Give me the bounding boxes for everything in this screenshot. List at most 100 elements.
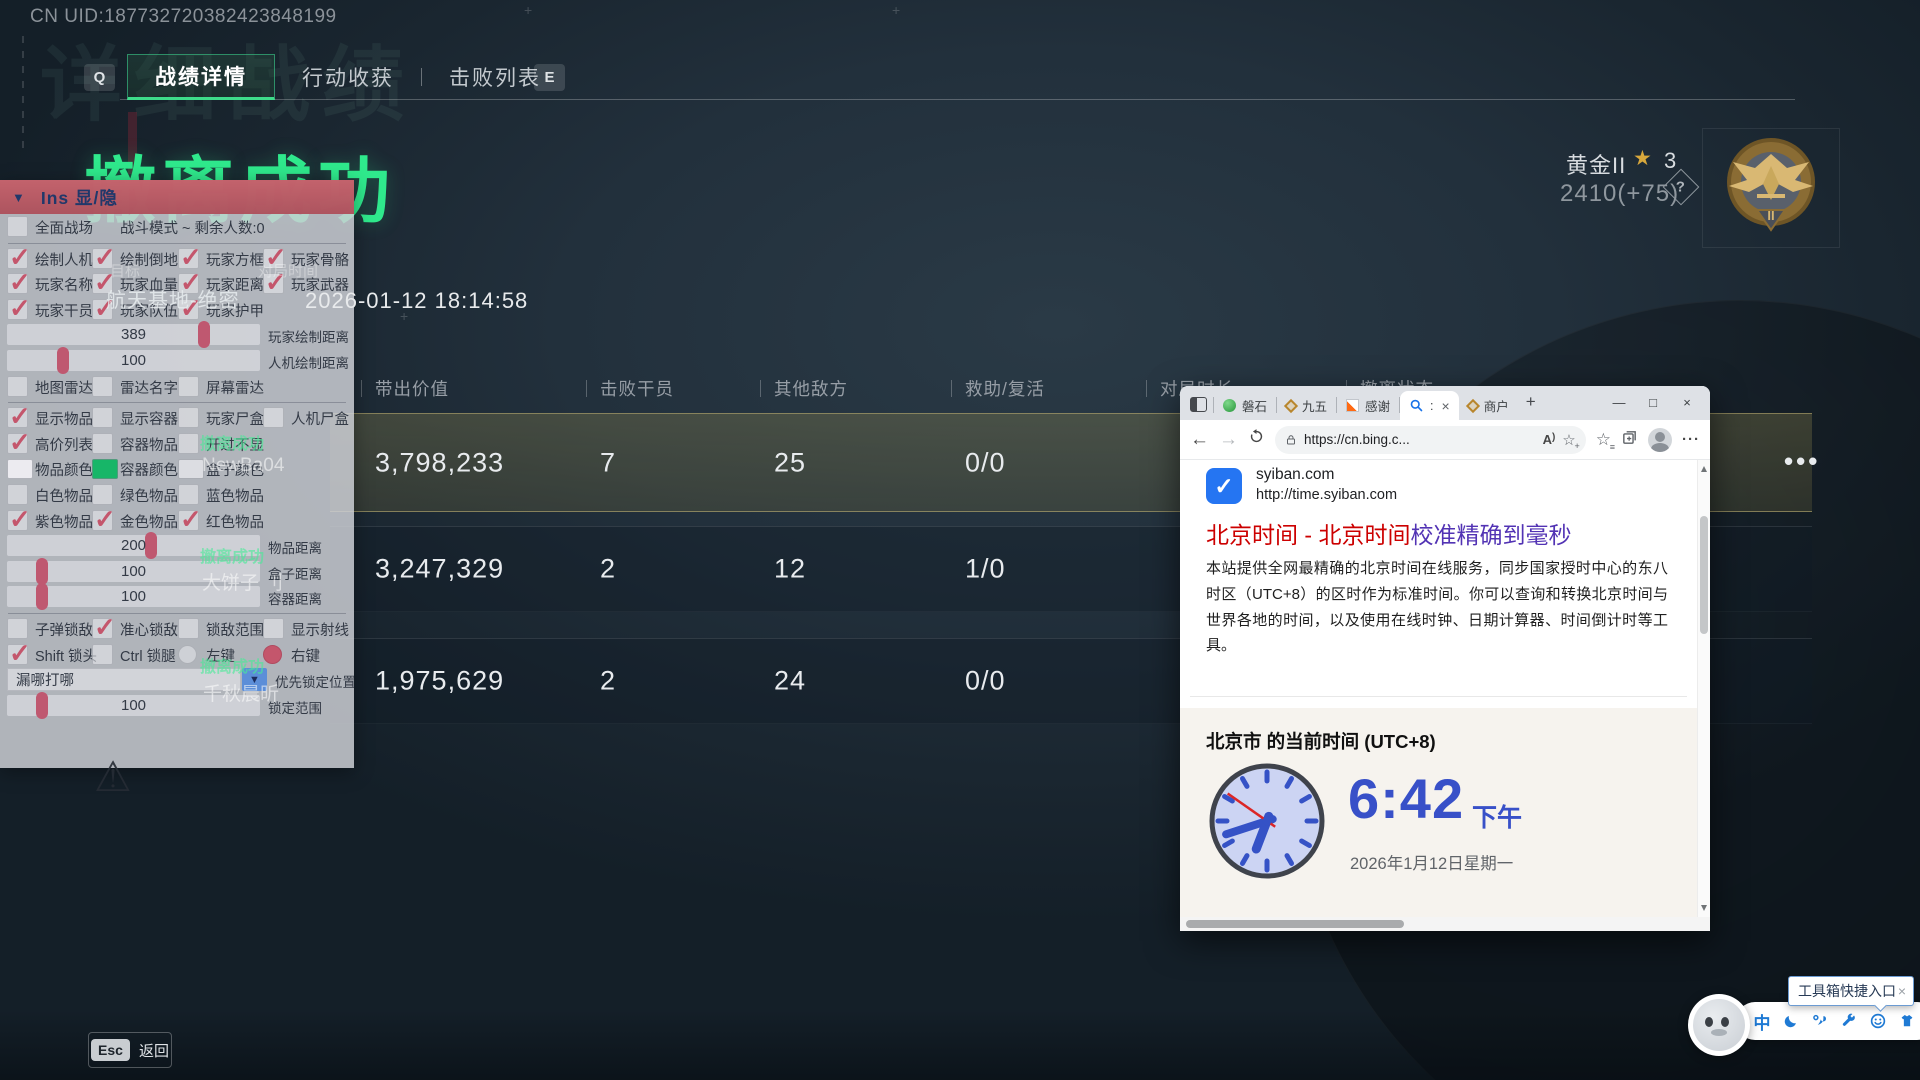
menu-checkbox[interactable] <box>263 618 284 639</box>
moon-icon[interactable] <box>1781 1011 1801 1031</box>
menu-checkbox[interactable] <box>92 433 113 454</box>
row-more-button[interactable]: ••• <box>1784 446 1820 477</box>
menu-checkbox[interactable]: ✓ <box>7 407 28 428</box>
checkmark-icon: ✓ <box>9 427 31 458</box>
qq-avatar[interactable] <box>1688 994 1750 1056</box>
collapse-icon[interactable]: ▼ <box>12 190 25 205</box>
table-cell: 25 <box>774 447 806 478</box>
kill-feed-text: 撤离成功 <box>200 653 264 677</box>
result-title-link[interactable]: 北京时间 - 北京时间校准精确到毫秒 <box>1206 516 1571 550</box>
menu-label: 玩家名称 <box>35 274 93 295</box>
menu-checkbox[interactable]: ✓ <box>7 644 28 665</box>
menu-checkbox[interactable] <box>92 644 113 665</box>
voice-icon[interactable] <box>1810 1011 1830 1031</box>
forward-icon[interactable]: → <box>1219 429 1238 451</box>
settings-dots-icon[interactable]: ··· <box>1682 431 1700 448</box>
esc-back-button[interactable]: Esc 返回 <box>88 1032 172 1068</box>
outfit-icon[interactable] <box>1897 1011 1917 1031</box>
browser-tab-1[interactable]: 九五 <box>1277 391 1336 420</box>
menu-checkbox[interactable] <box>263 407 284 428</box>
browser-tab-2[interactable]: 感谢 <box>1337 391 1399 420</box>
menu-checkbox[interactable] <box>92 407 113 428</box>
menu-row: 100锁定范围 <box>0 693 354 719</box>
wrench-icon[interactable] <box>1839 1011 1859 1031</box>
menu-checkbox[interactable] <box>7 376 28 397</box>
menu-label: 人机尸盒 <box>291 408 349 429</box>
game-tab-1[interactable]: 行动收获 <box>275 54 421 100</box>
browser-tab-4[interactable]: 商户 <box>1459 391 1518 420</box>
tab-workspaces-icon[interactable] <box>1190 397 1207 412</box>
menu-checkbox[interactable] <box>92 376 113 397</box>
menu-checkbox[interactable]: ✓ <box>178 248 199 269</box>
menu-checkbox[interactable]: ✓ <box>7 248 28 269</box>
menu-checkbox[interactable] <box>178 407 199 428</box>
toolbox-tooltip: 工具箱快捷入口 × <box>1788 976 1914 1006</box>
menu-checkbox[interactable]: ✓ <box>7 273 28 294</box>
menu-checkbox[interactable]: ✓ <box>92 618 113 639</box>
horizontal-scrollbar[interactable] <box>1180 917 1697 931</box>
tab-title: 九五 <box>1302 396 1327 415</box>
menu-label: 绘制人机 <box>35 249 93 270</box>
color-swatch[interactable] <box>178 459 204 479</box>
menu-checkbox[interactable] <box>178 618 199 639</box>
menu-radio[interactable] <box>178 645 197 664</box>
menu-radio[interactable] <box>263 645 282 664</box>
vertical-scrollbar[interactable] <box>1697 460 1710 917</box>
menu-checkbox[interactable]: ✓ <box>92 510 113 531</box>
menu-checkbox[interactable]: ✓ <box>178 510 199 531</box>
color-swatch[interactable] <box>92 459 118 479</box>
checkmark-icon: ✓ <box>9 504 31 535</box>
penguin-icon <box>1693 999 1745 1051</box>
table-header: 其他敌方 <box>774 376 848 401</box>
checkmark-icon: ✓ <box>9 293 31 324</box>
browser-content: ✓ syiban.com http://time.syiban.com 北京时间… <box>1180 460 1697 917</box>
chinese-icon[interactable]: 中 <box>1752 1011 1772 1031</box>
menu-checkbox[interactable] <box>7 618 28 639</box>
menu-checkbox[interactable]: ✓ <box>7 510 28 531</box>
refresh-icon[interactable] <box>1248 428 1265 451</box>
menu-checkbox[interactable] <box>178 484 199 505</box>
cheat-menu-header[interactable]: ▼ Ins 显/隐 <box>0 180 354 214</box>
warning-triangle-icon: ⚠ <box>94 752 132 801</box>
menu-checkbox[interactable]: ✓ <box>7 433 28 454</box>
menu-checkbox[interactable]: ✓ <box>7 299 28 320</box>
read-aloud-icon[interactable]: A) <box>1543 432 1556 447</box>
tooltip-text: 工具箱快捷入口 <box>1798 981 1896 1001</box>
menu-checkbox[interactable] <box>7 484 28 505</box>
menu-checkbox[interactable] <box>178 433 199 454</box>
checkmark-icon: ✓ <box>94 504 116 535</box>
game-tab-0[interactable]: 战绩详情 <box>127 54 275 100</box>
menu-checkbox[interactable] <box>178 376 199 397</box>
menu-label: 子弹锁敌 <box>35 619 93 640</box>
color-swatch[interactable] <box>7 459 33 479</box>
add-favorite-icon[interactable]: ☆+ <box>1562 431 1575 449</box>
menu-row: 白色物品绿色物品蓝色物品 <box>0 482 354 508</box>
digital-time: 6:42 <box>1348 766 1464 831</box>
kill-feed-text: NewBa04 <box>202 455 284 477</box>
favorites-icon[interactable]: ☆≡ <box>1596 430 1611 450</box>
objective-label: 目标 <box>110 260 140 281</box>
clock-heading: 北京市 的当前时间 (UTC+8) <box>1206 728 1436 754</box>
browser-tab-3[interactable]: :× <box>1400 391 1459 420</box>
address-bar[interactable]: https://cn.bing.c... A) ☆+ <box>1275 426 1586 454</box>
profile-avatar[interactable] <box>1648 428 1672 452</box>
menu-checkbox[interactable] <box>7 216 28 237</box>
new-tab-button[interactable]: + <box>1526 392 1536 412</box>
map-name: 航天基地-绝密 <box>106 284 240 313</box>
browser-tab-0[interactable]: 磐石 <box>1214 391 1276 420</box>
menu-label: 高价列表 <box>35 434 93 455</box>
rank-points: 2410(+75) <box>1560 180 1679 208</box>
collections-icon[interactable] <box>1621 429 1638 451</box>
maximize-button[interactable]: □ <box>1636 390 1670 416</box>
menu-checkbox[interactable] <box>92 484 113 505</box>
result-site: syiban.com <box>1256 466 1334 484</box>
back-icon[interactable]: ← <box>1190 429 1209 451</box>
menu-label: 金色物品 <box>120 511 178 532</box>
emoji-icon[interactable] <box>1868 1011 1888 1031</box>
tab-close-icon[interactable]: × <box>1442 398 1450 414</box>
tab-title: : <box>1430 399 1433 413</box>
menu-label: 全面战场 <box>35 217 93 238</box>
tooltip-close-icon[interactable]: × <box>1898 983 1906 999</box>
minimize-button[interactable]: — <box>1602 390 1636 416</box>
close-button[interactable]: × <box>1670 390 1704 416</box>
